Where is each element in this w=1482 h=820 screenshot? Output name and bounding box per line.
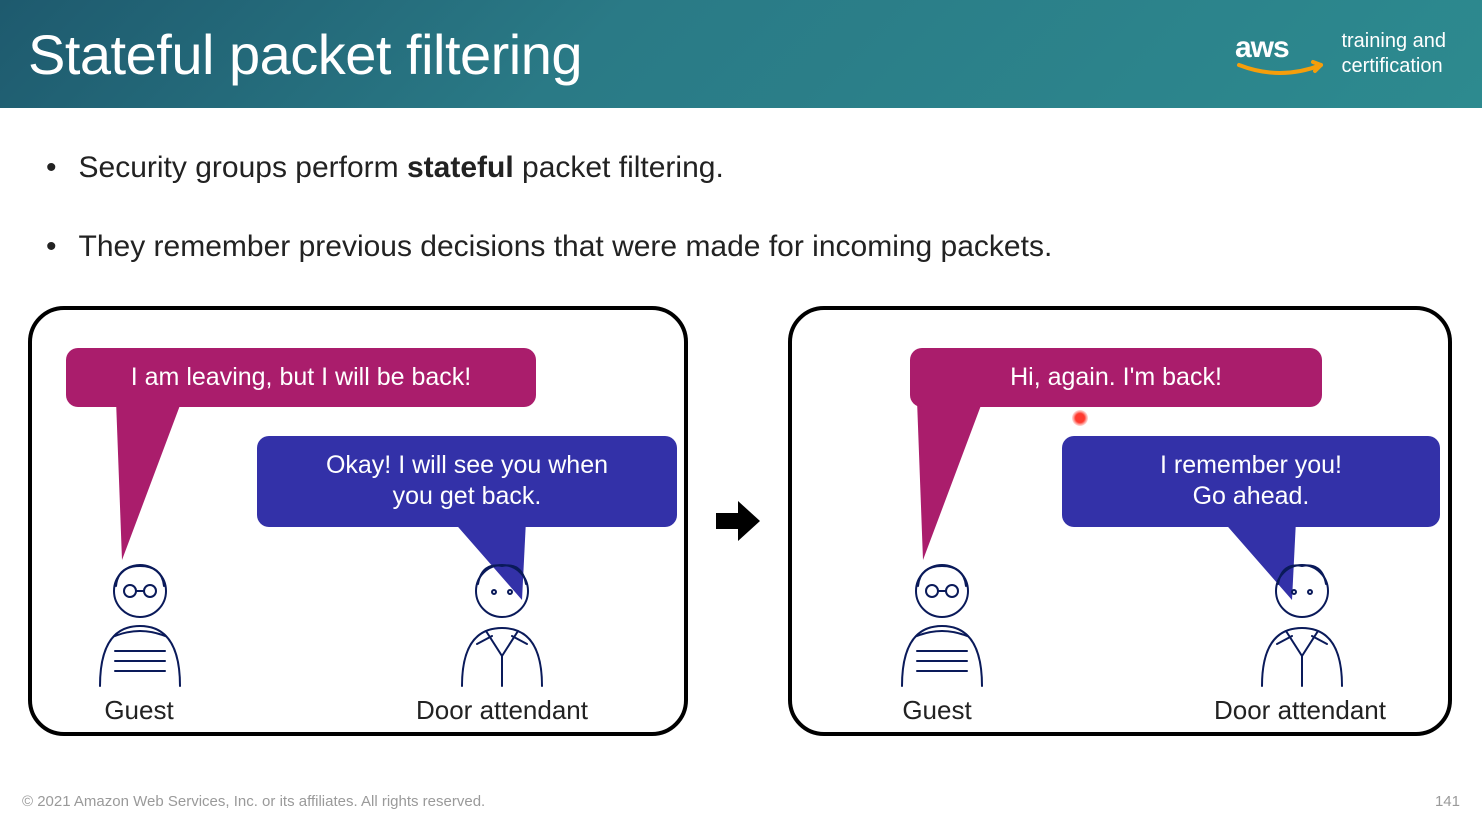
- copyright-text: © 2021 Amazon Web Services, Inc. or its …: [22, 793, 485, 810]
- attendant-line1: Okay! I will see you when: [283, 450, 651, 481]
- attendant-line1: I remember you!: [1088, 450, 1414, 481]
- bullet-1-post: packet filtering.: [514, 151, 724, 184]
- bullet-2-text: They remember previous decisions that we…: [79, 227, 1053, 266]
- speech-tail-guest: [116, 400, 182, 560]
- bullet-list: Security groups perform stateful packet …: [40, 148, 1442, 266]
- bullet-1-pre: Security groups perform: [79, 151, 407, 184]
- guest-speech-bubble: I am leaving, but I will be back!: [66, 348, 536, 407]
- guest-label: Guest: [882, 695, 992, 726]
- bullet-1-bold: stateful: [407, 151, 514, 184]
- logo-caption-line2: certification: [1341, 54, 1446, 79]
- attendant-icon: [1242, 556, 1362, 696]
- guest-label: Guest: [84, 695, 194, 726]
- attendant-line2: you get back.: [283, 481, 651, 512]
- illustration-panels: I am leaving, but I will be back! Okay! …: [0, 306, 1482, 736]
- attendant-label: Door attendant: [382, 695, 622, 726]
- arrow-right-icon: [712, 495, 764, 547]
- page-number: 141: [1435, 793, 1460, 810]
- laser-pointer-icon: [1072, 410, 1088, 426]
- attendant-line2: Go ahead.: [1088, 481, 1414, 512]
- attendant-speech-bubble: I remember you! Go ahead.: [1062, 436, 1440, 527]
- guest-icon: [80, 556, 200, 696]
- content-area: Security groups perform stateful packet …: [0, 108, 1482, 266]
- guest-speech-bubble: Hi, again. I'm back!: [910, 348, 1322, 407]
- aws-logo-icon: aws: [1235, 27, 1325, 81]
- panel-right: Hi, again. I'm back! I remember you! Go …: [788, 306, 1452, 736]
- logo-caption-line1: training and: [1341, 29, 1446, 54]
- slide-footer: © 2021 Amazon Web Services, Inc. or its …: [22, 793, 1460, 810]
- aws-logo-block: aws training and certification: [1235, 27, 1446, 81]
- slide-title: Stateful packet filtering: [28, 22, 582, 87]
- speech-tail-guest: [917, 400, 983, 560]
- guest-icon: [882, 556, 1002, 696]
- attendant-speech-bubble: Okay! I will see you when you get back.: [257, 436, 677, 527]
- bullet-1-text: Security groups perform stateful packet …: [79, 148, 724, 187]
- slide-header: Stateful packet filtering aws training a…: [0, 0, 1482, 108]
- attendant-label: Door attendant: [1180, 695, 1420, 726]
- bullet-item-1: Security groups perform stateful packet …: [40, 148, 1442, 187]
- panel-left: I am leaving, but I will be back! Okay! …: [28, 306, 688, 736]
- svg-text:aws: aws: [1235, 31, 1289, 64]
- logo-caption: training and certification: [1341, 29, 1446, 79]
- bullet-item-2: They remember previous decisions that we…: [40, 227, 1442, 266]
- attendant-icon: [442, 556, 562, 696]
